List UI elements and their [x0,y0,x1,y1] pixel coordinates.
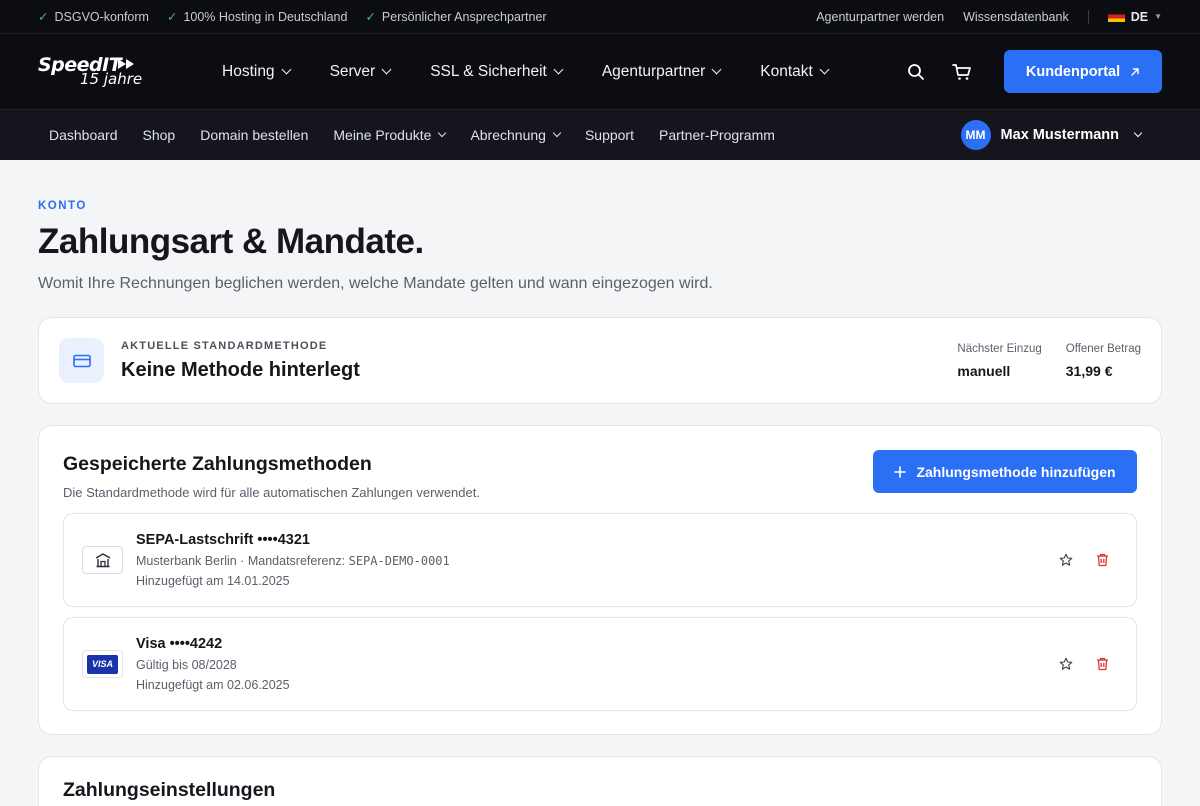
set-default-star-icon[interactable] [1058,656,1074,672]
subnav-partner-program[interactable]: Partner-Programm [659,127,775,143]
visa-logo: VISA [82,650,123,678]
language-switcher[interactable]: DE ▼ [1107,10,1162,24]
nav-ssl-security[interactable]: SSL & Sicherheit [430,63,564,81]
check-icon: ✓ [38,10,49,24]
divider [1087,9,1089,24]
subnav-my-products[interactable]: Meine Produkte [333,127,447,143]
chevron-down-icon [553,64,564,75]
default-method-card: AKTUELLE STANDARDMETHODE Keine Methode h… [38,317,1162,404]
feature-list: ✓ DSGVO-konform ✓ 100% Hosting in Deutschl… [38,9,547,24]
nav-agency-partner[interactable]: Agenturpartner [602,63,722,81]
chevron-down-icon [711,64,722,75]
plus-icon [894,465,907,478]
user-name: Max Mustermann [1000,127,1119,143]
caret-down-icon: ▼ [1154,12,1162,21]
method-details: Gültig bis 08/2028 [136,658,237,672]
chevron-down-icon [552,128,562,138]
set-default-star-icon[interactable] [1058,552,1074,568]
top-info-bar: ✓ DSGVO-konform ✓ 100% Hosting in Deutschl… [0,0,1200,34]
logo[interactable]: SpeedIT 15 jahre [38,52,148,92]
nav-hosting[interactable]: Hosting [222,63,292,81]
feature-item: ✓ Persönlicher Ansprechpartner [365,10,547,24]
method-title: SEPA-Lastschrift ••••4321 [136,532,310,548]
nav-server[interactable]: Server [330,63,392,81]
chevron-down-icon [819,64,830,75]
credit-card-icon [59,338,104,383]
knowledge-base-link[interactable]: Wissensdatenbank [963,10,1069,24]
agency-partner-link[interactable]: Agenturpartner werden [816,10,944,24]
external-arrow-icon [1131,67,1139,76]
page-eyebrow: KONTO [38,200,87,212]
open-amount-stat: Offener Betrag 31,99 € [1065,342,1141,379]
logo-arrow-icon [118,58,134,69]
method-added-date: Hinzugefügt am 02.06.2025 [136,678,290,692]
subnav-billing[interactable]: Abrechnung [470,127,562,143]
chevron-down-icon [381,64,392,75]
nav-contact[interactable]: Kontakt [760,63,830,81]
payment-method-item: SEPA-Lastschrift ••••4321 Musterbank Ber… [63,513,1137,607]
avatar: MM [960,120,991,150]
cart-icon[interactable] [952,62,972,82]
saved-methods-card: Gespeicherte Zahlungsmethoden Die Standa… [38,425,1162,735]
page-title: Zahlungsart & Mandate. [38,222,424,261]
feature-item: ✓ 100% Hosting in Deutschland [166,10,348,24]
method-added-date: Hinzugefügt am 14.01.2025 [136,574,290,588]
search-icon[interactable] [906,62,926,82]
payment-settings-card: Zahlungseinstellungen [38,756,1162,806]
chevron-down-icon [281,64,292,75]
subnav-support[interactable]: Support [585,127,634,143]
check-icon: ✓ [166,10,178,24]
main-header: SpeedIT 15 jahre Hosting Server SSL & Si… [0,34,1200,110]
bank-icon [82,546,123,574]
feature-item: ✓ DSGVO-konform [38,10,149,24]
subnav-dashboard[interactable]: Dashboard [49,127,118,143]
default-method-value: Keine Methode hinterlegt [121,358,360,381]
main-content: KONTO Zahlungsart & Mandate. Womit Ihre … [0,200,1200,806]
saved-methods-description: Die Standardmethode wird für alle automa… [63,485,480,500]
delete-trash-icon[interactable] [1094,552,1110,568]
main-nav: Hosting Server SSL & Sicherheit Agenturp… [222,63,868,81]
check-icon: ✓ [365,10,376,24]
subnav-shop[interactable]: Shop [143,127,176,143]
page-subtitle: Womit Ihre Rechnungen beglichen werden, … [38,275,713,292]
subnav-domain-order[interactable]: Domain bestellen [200,127,308,143]
payment-method-item: VISA Visa ••••4242 Gültig bis 08/2028 Hi… [63,617,1137,711]
user-menu[interactable]: MM Max Mustermann [960,120,1143,150]
delete-trash-icon[interactable] [1094,656,1110,672]
customer-portal-button[interactable]: Kundenportal [1004,50,1162,93]
payment-settings-title: Zahlungseinstellungen [63,779,276,801]
german-flag-icon [1107,11,1125,22]
default-method-eyebrow: AKTUELLE STANDARDMETHODE [121,339,328,352]
portal-subnav: Dashboard Shop Domain bestellen Meine Pr… [0,110,1200,160]
method-title: Visa ••••4242 [136,636,223,652]
method-details: Musterbank Berlin · Mandatsreferenz: SEP… [136,554,450,568]
next-charge-stat: Nächster Einzug manuell [957,342,1042,379]
add-payment-method-button[interactable]: Zahlungsmethode hinzufügen [873,450,1137,493]
chevron-down-icon [1133,128,1143,138]
chevron-down-icon [438,128,447,138]
saved-methods-title: Gespeicherte Zahlungsmethoden [63,453,372,475]
